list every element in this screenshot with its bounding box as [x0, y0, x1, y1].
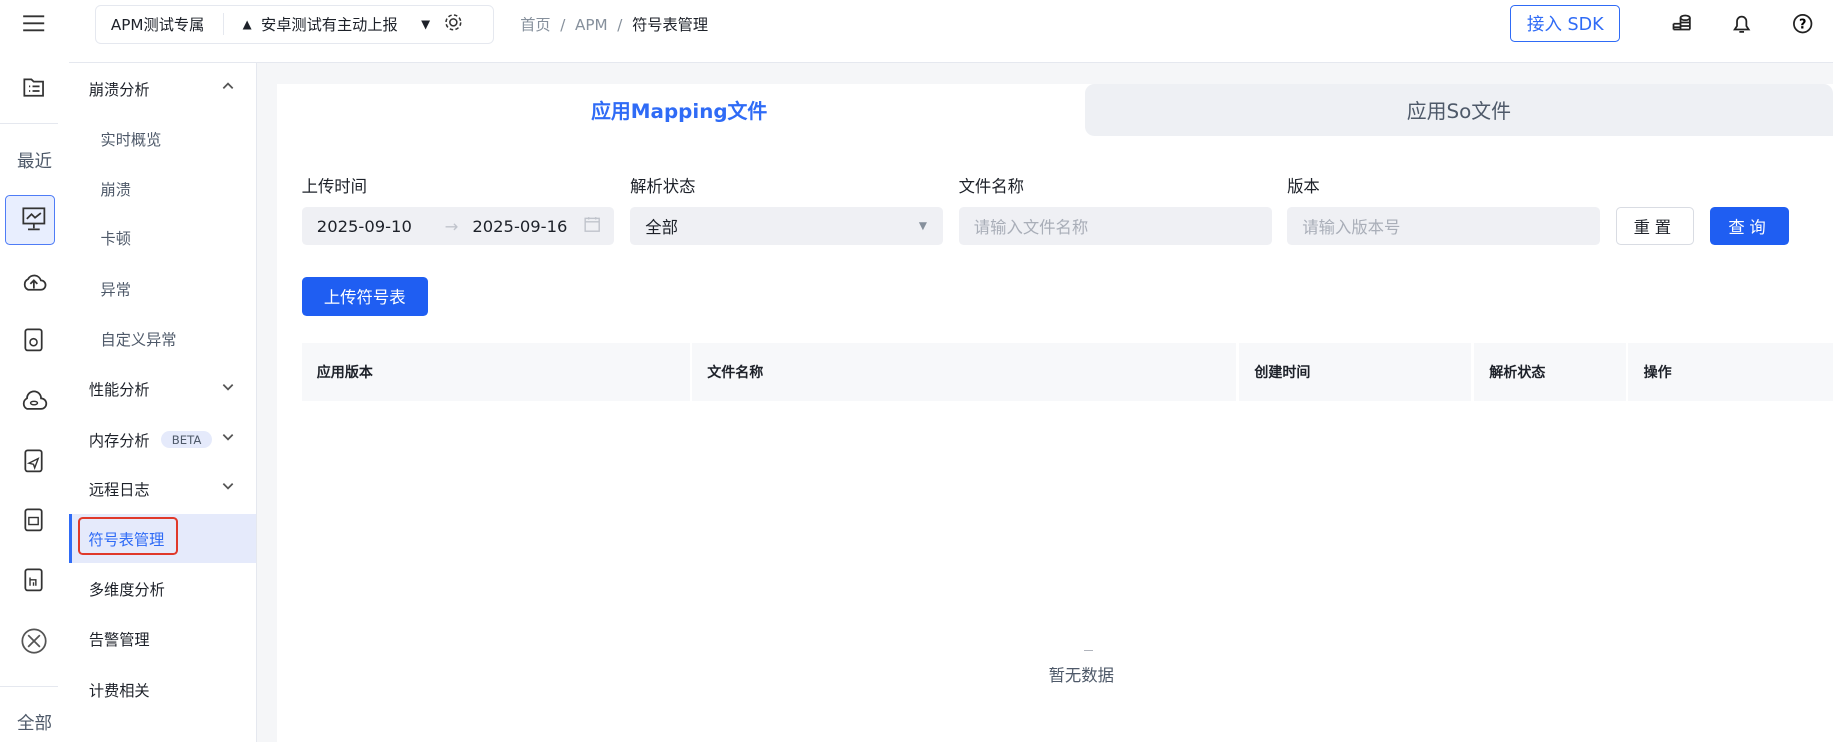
breadcrumb-current: 符号表管理: [632, 15, 709, 34]
column-header-file-name: 文件名称: [692, 342, 1236, 401]
empty-icon: [1083, 649, 1093, 652]
app-screen-icon[interactable]: [20, 506, 48, 534]
end-date[interactable]: 2025-09-16: [472, 217, 567, 236]
icon-rail: 最近 全部: [0, 0, 70, 742]
beta-badge: BETA: [161, 431, 212, 448]
tab-mapping-files[interactable]: 应用Mapping文件: [277, 84, 1082, 136]
android-icon: ▲: [242, 17, 252, 32]
sidebar-item-label: 性能分析: [88, 381, 150, 400]
chevron-up-icon: [222, 82, 234, 90]
version-label: 版本: [1287, 177, 1320, 196]
sidebar-item-alerts[interactable]: 告警管理: [69, 615, 256, 664]
sidebar-item-crash[interactable]: 崩溃: [69, 165, 256, 214]
column-header-created-time: 创建时间: [1239, 342, 1471, 401]
cloud-database-icon[interactable]: [20, 387, 48, 415]
sidebar-item-label: 计费相关: [88, 681, 150, 700]
coins-icon[interactable]: [1670, 12, 1693, 35]
parse-status-value: 全部: [645, 218, 678, 238]
sidebar-item-memory[interactable]: 内存分析 BETA: [69, 415, 256, 464]
calendar-icon: [584, 216, 600, 236]
column-header-parse-status: 解析状态: [1474, 342, 1627, 401]
sidebar-item-label: 内存分析: [88, 431, 150, 450]
parse-status-select[interactable]: 全部 ▼: [630, 206, 944, 246]
sidebar-item-lag[interactable]: 卡顿: [69, 214, 256, 263]
app-log-icon[interactable]: [20, 566, 48, 594]
app-send-icon[interactable]: [20, 447, 48, 475]
empty-state-text: 暂无数据: [1048, 665, 1115, 685]
parse-status-label: 解析状态: [630, 177, 696, 196]
sidebar-item-realtime[interactable]: 实时概览: [69, 115, 256, 164]
breadcrumb-home[interactable]: 首页: [520, 16, 550, 34]
sidebar-item-label: 崩溃分析: [88, 80, 150, 99]
tab-so-files[interactable]: 应用So文件: [1084, 84, 1833, 136]
recent-label[interactable]: 最近: [0, 148, 69, 173]
version-input[interactable]: 请输入版本号: [1287, 206, 1601, 246]
help-icon[interactable]: ?: [1791, 12, 1814, 35]
upload-symbol-table-button[interactable]: 上传符号表: [301, 277, 428, 316]
query-button[interactable]: 查询: [1710, 206, 1789, 246]
bell-icon[interactable]: [1730, 12, 1753, 35]
file-name-label: 文件名称: [958, 177, 1024, 196]
app-name[interactable]: 安卓测试有主动上报: [261, 13, 398, 35]
sidebar-item-label: 卡顿: [100, 230, 131, 249]
sidebar-item-billing[interactable]: 计费相关: [69, 665, 256, 714]
menu-icon[interactable]: [20, 9, 48, 37]
integrate-sdk-button[interactable]: 接入 SDK: [1510, 4, 1621, 43]
svg-text:?: ?: [1799, 17, 1806, 32]
sidebar-item-label: 崩溃: [100, 181, 131, 200]
chevron-down-icon: [222, 483, 234, 490]
range-separator: →: [444, 216, 459, 236]
sidebar-item-label: 实时概览: [100, 131, 162, 150]
project-name[interactable]: APM测试专属: [96, 13, 224, 36]
sidebar-item-performance[interactable]: 性能分析: [69, 365, 256, 414]
project-selector[interactable]: APM测试专属 ▲ 安卓测试有主动上报 ▼: [94, 4, 495, 45]
caret-down-icon: ▼: [918, 220, 927, 233]
app-timer-icon[interactable]: [20, 326, 48, 354]
breadcrumb: 首页 / APM / 符号表管理: [520, 15, 709, 34]
monitor-chart-icon[interactable]: [20, 205, 48, 233]
chevron-down-icon: [222, 383, 234, 391]
sidebar-item-remote-log[interactable]: 远程日志: [69, 464, 256, 513]
sidebar-item-label: 多维度分析: [88, 581, 165, 600]
sidebar-item-custom-exception[interactable]: 自定义异常: [69, 314, 256, 363]
sidebar-item-crash-analysis[interactable]: 崩溃分析: [69, 64, 256, 113]
sidebar-item-symbol-table[interactable]: 符号表管理: [68, 514, 256, 564]
column-header-actions: 操作: [1628, 342, 1833, 401]
date-range-picker[interactable]: 2025-09-10 → 2025-09-16: [301, 206, 614, 246]
column-header-app-version: 应用版本: [301, 342, 690, 401]
sidebar-item-label: 异常: [100, 280, 131, 299]
secondary-sidebar: 崩溃分析 实时概览 崩溃 卡顿 异常 自定义异常 性能分析 内存分析 BETA 远…: [68, 63, 257, 742]
caret-down-icon[interactable]: ▼: [421, 17, 430, 31]
breadcrumb-apm[interactable]: APM: [575, 16, 608, 34]
upload-time-label: 上传时间: [301, 177, 368, 196]
gear-icon[interactable]: [444, 13, 463, 36]
highlight-box: [77, 516, 179, 556]
plugin-icon[interactable]: [20, 627, 48, 655]
sidebar-item-label: 自定义异常: [100, 331, 177, 349]
app-root: 最近 全部 APM测试专属 ▲ 安卓测试有主动上报 ▼ 首页 / APM / 符…: [0, 0, 1833, 742]
file-name-input[interactable]: 请输入文件名称: [958, 206, 1272, 246]
reset-button[interactable]: 重置: [1615, 206, 1694, 246]
top-header: APM测试专属 ▲ 安卓测试有主动上报 ▼ 首页 / APM / 符号表管理 接…: [68, 0, 1833, 63]
sidebar-item-exception[interactable]: 异常: [69, 264, 256, 313]
start-date[interactable]: 2025-09-10: [317, 217, 412, 236]
file-name-placeholder: 请输入文件名称: [973, 218, 1089, 238]
version-placeholder: 请输入版本号: [1302, 218, 1401, 238]
folder-list-icon[interactable]: [20, 74, 48, 102]
main-card: 应用Mapping文件 应用So文件 上传时间 解析状态 文件名称 版本 202…: [277, 84, 1833, 742]
chevron-down-icon: [222, 434, 234, 441]
sidebar-item-multi-dimension[interactable]: 多维度分析: [69, 565, 256, 614]
sidebar-item-label: 远程日志: [88, 480, 150, 499]
sidebar-item-label: 告警管理: [88, 631, 150, 650]
all-label[interactable]: 全部: [0, 710, 69, 735]
cloud-upload-icon[interactable]: [20, 268, 48, 296]
